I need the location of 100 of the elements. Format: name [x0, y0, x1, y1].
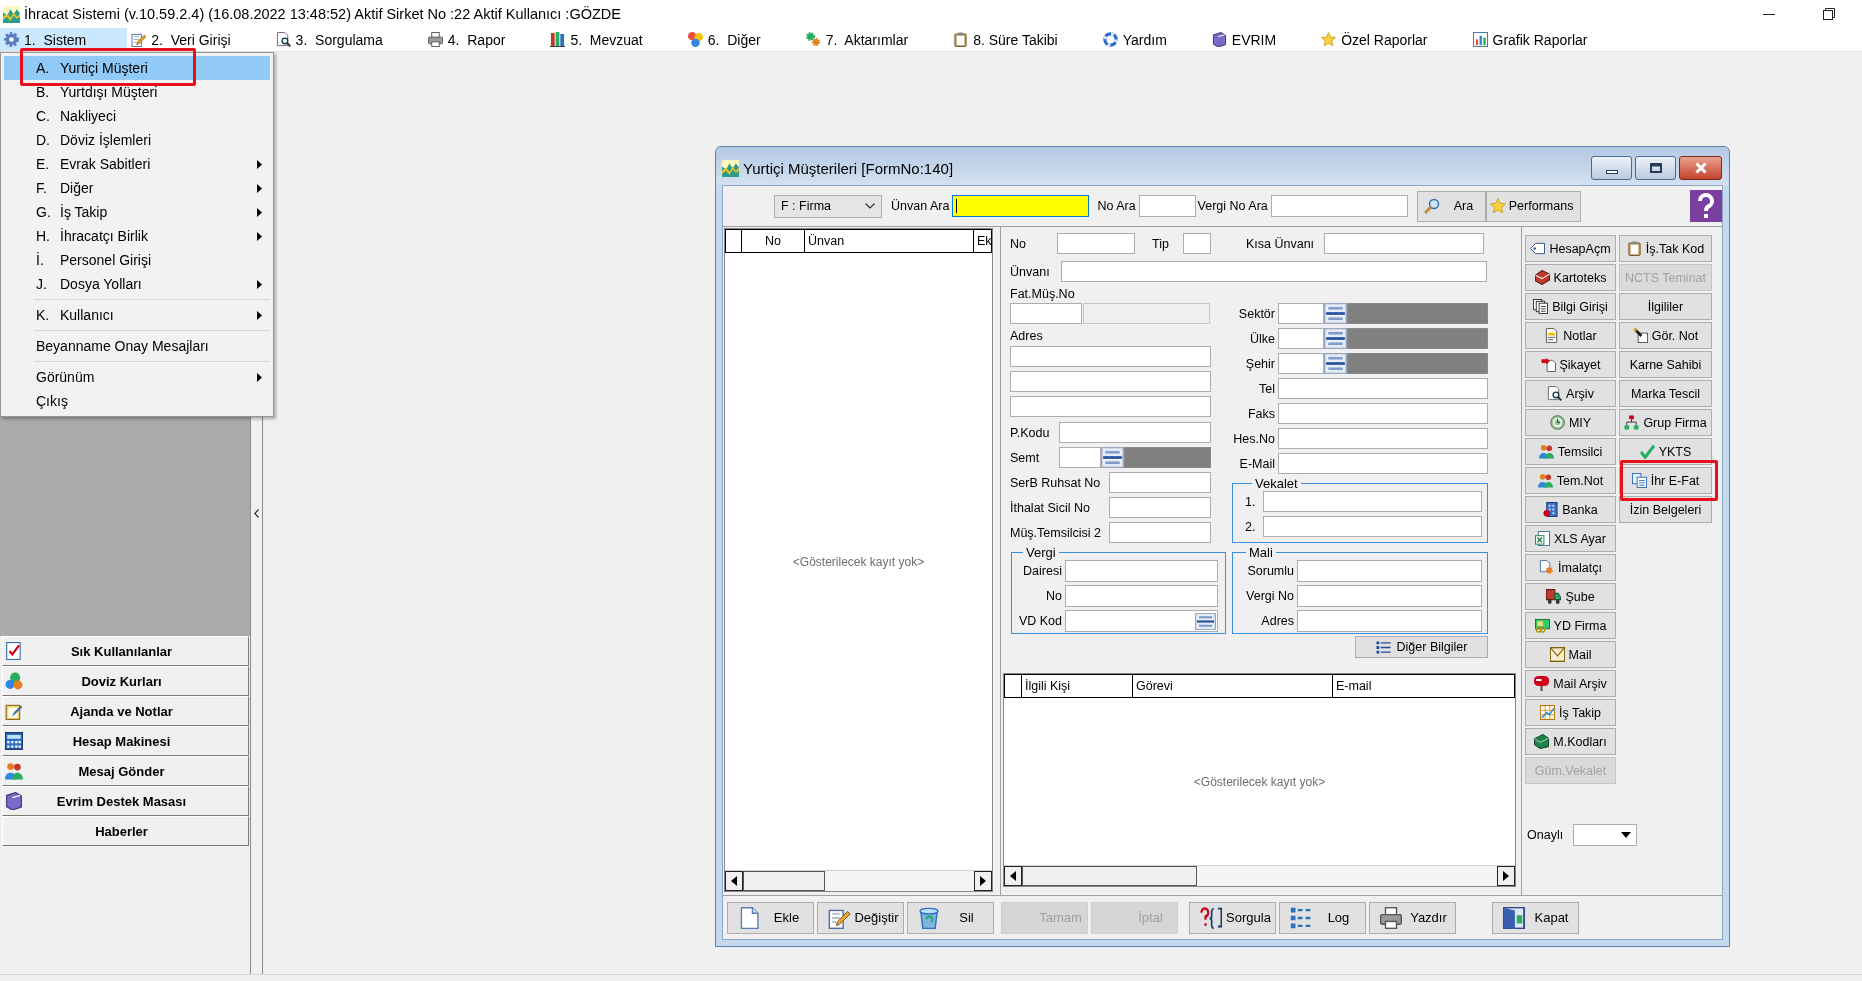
side-button[interactable]: İlgililer	[1619, 293, 1712, 320]
action-button[interactable]: Sorgula	[1189, 901, 1276, 934]
menu-item[interactable]: 8. Süre Takibi	[949, 28, 1099, 51]
text-field[interactable]	[1057, 233, 1135, 254]
text-field[interactable]	[1010, 371, 1211, 392]
menu-item[interactable]: 7. Aktarımlar	[801, 28, 950, 51]
column-header[interactable]: E-mail	[1333, 675, 1514, 697]
minimize-icon[interactable]	[1763, 13, 1775, 15]
side-button[interactable]: Kartoteks	[1525, 264, 1616, 291]
shortcut-button[interactable]: Hesap Makinesi	[2, 726, 249, 756]
menu-item[interactable]: 3. Sorgulama	[271, 28, 424, 51]
menu-item[interactable]: G. İş Takip	[4, 200, 270, 224]
shortcut-button[interactable]: Evrim Destek Masası	[2, 786, 249, 816]
details-button[interactable]: Diğer Bilgiler	[1355, 636, 1488, 658]
text-field[interactable]	[1065, 560, 1218, 582]
text-field[interactable]	[1059, 422, 1211, 443]
minimize-button[interactable]	[1591, 156, 1632, 180]
menu-item[interactable]: İ. Personel Girişi	[4, 248, 270, 272]
scroll-right-button[interactable]	[974, 871, 992, 891]
side-button[interactable]: Mail	[1525, 641, 1616, 668]
text-field[interactable]	[1297, 585, 1482, 607]
side-button[interactable]: Karne Sahibi	[1619, 351, 1712, 378]
action-button[interactable]: Değiştir	[817, 901, 904, 934]
search-field[interactable]	[952, 195, 1090, 217]
shortcut-button[interactable]: Doviz Kurları	[2, 666, 249, 696]
side-button[interactable]: İmalatçı	[1525, 554, 1616, 581]
side-button[interactable]: Bilgi Girişi	[1525, 293, 1616, 320]
side-button[interactable]: MIY	[1525, 409, 1616, 436]
column-header[interactable]: İlgili Kişi	[1022, 675, 1133, 697]
menu-item[interactable]: Grafik Raporlar	[1468, 28, 1629, 51]
side-button[interactable]: Notlar	[1525, 322, 1616, 349]
side-button[interactable]: İş Takip	[1525, 699, 1616, 726]
side-button[interactable]: Gör. Not	[1619, 322, 1712, 349]
search-field[interactable]	[1270, 195, 1408, 217]
side-button[interactable]: Arşiv	[1525, 380, 1616, 407]
side-button[interactable]: XLS Ayar	[1525, 525, 1616, 552]
text-field[interactable]	[1010, 396, 1211, 417]
text-field[interactable]	[1297, 610, 1482, 632]
shortcut-button[interactable]: Mesaj Gönder	[2, 756, 249, 786]
column-header[interactable]: Görevi	[1133, 675, 1333, 697]
menu-item[interactable]: C. Nakliyeci	[4, 104, 270, 128]
side-button[interactable]: Şikayet	[1525, 351, 1616, 378]
menu-item[interactable]: 5. Mevzuat	[546, 28, 684, 51]
side-button[interactable]: Grup Firma	[1619, 409, 1712, 436]
text-field[interactable]	[1010, 303, 1082, 324]
list-icon[interactable]	[1195, 612, 1216, 630]
horizontal-scrollbar[interactable]	[1004, 865, 1515, 886]
text-field[interactable]	[1278, 328, 1324, 349]
menu-item[interactable]: K. Kullanıcı	[4, 303, 270, 327]
list-icon[interactable]	[1324, 353, 1347, 374]
list-icon[interactable]	[1101, 447, 1124, 468]
action-button[interactable]: Kapat	[1492, 901, 1579, 934]
menu-item[interactable]: Beyanname Onay Mesajları	[4, 334, 270, 358]
side-button[interactable]: Mail Arşiv	[1525, 670, 1616, 697]
text-field[interactable]	[1109, 522, 1211, 543]
side-button[interactable]: İş.Tak Kod	[1619, 235, 1712, 262]
menu-item[interactable]: 6. Diğer	[683, 28, 802, 51]
menu-item[interactable]: B. Yurtdışı Müşteri	[4, 80, 270, 104]
help-icon[interactable]	[1690, 190, 1722, 222]
type-dropdown[interactable]: F : Firma	[774, 194, 882, 218]
text-field[interactable]	[1109, 472, 1211, 493]
maximize-button[interactable]	[1635, 156, 1676, 180]
text-field[interactable]	[1278, 428, 1488, 449]
toolbar-button[interactable]: Performans	[1485, 190, 1581, 222]
approval-dropdown[interactable]	[1573, 824, 1638, 846]
scrollbar-thumb[interactable]	[743, 871, 825, 891]
menu-item[interactable]: H. İhracatçı Birlik	[4, 224, 270, 248]
close-button[interactable]	[1679, 156, 1722, 180]
text-field[interactable]	[1278, 378, 1488, 399]
side-button[interactable]: M.Kodları	[1525, 728, 1616, 755]
text-field[interactable]	[1065, 610, 1218, 632]
side-button[interactable]: Temsilci	[1525, 438, 1616, 465]
text-field[interactable]	[1278, 303, 1324, 324]
scrollbar-thumb[interactable]	[1022, 866, 1197, 886]
menu-item[interactable]: 2. Veri Girişi	[127, 28, 272, 51]
menu-item[interactable]: Çıkış	[4, 389, 270, 413]
menu-item[interactable]: 4. Rapor	[423, 28, 547, 51]
action-button[interactable]: Yazdır	[1369, 901, 1456, 934]
menu-item[interactable]: Yardım	[1098, 28, 1208, 51]
text-field[interactable]	[1278, 453, 1488, 474]
menu-item[interactable]: A. Yurtiçi Müşteri	[4, 56, 270, 80]
menu-item[interactable]: Görünüm	[4, 365, 270, 389]
column-header[interactable]: Ek	[974, 230, 995, 252]
search-field[interactable]	[1138, 195, 1196, 217]
menu-item[interactable]: Özel Raporlar	[1317, 28, 1469, 51]
text-field[interactable]	[1263, 491, 1482, 512]
text-field[interactable]	[1010, 346, 1211, 367]
text-field[interactable]	[1109, 497, 1211, 518]
text-field[interactable]	[1065, 585, 1218, 607]
scroll-left-button[interactable]	[725, 871, 743, 891]
horizontal-scrollbar[interactable]	[725, 870, 992, 891]
column-header[interactable]: Ünvan	[805, 230, 974, 252]
restore-icon[interactable]	[1823, 8, 1835, 20]
menu-item[interactable]: J. Dosya Yolları	[4, 272, 270, 296]
menu-item[interactable]: D. Döviz İşlemleri	[4, 128, 270, 152]
shortcut-button[interactable]: Ajanda ve Notlar	[2, 696, 249, 726]
text-field[interactable]	[1263, 516, 1482, 537]
side-button[interactable]: Marka Tescil	[1619, 380, 1712, 407]
text-field[interactable]	[1183, 233, 1211, 254]
side-button[interactable]: İhr E-Fat	[1619, 467, 1712, 494]
